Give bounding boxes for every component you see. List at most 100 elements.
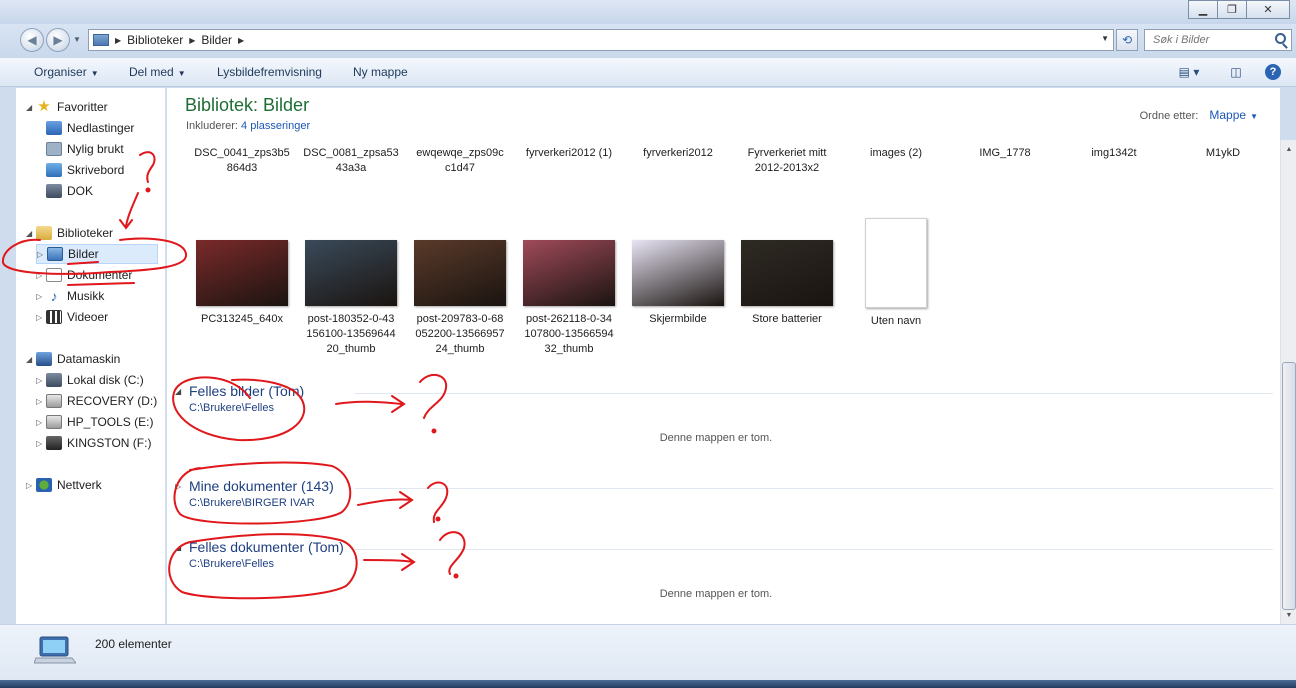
image-thumbnail[interactable] — [523, 240, 615, 306]
nav-drive-e[interactable]: ▷ HP_TOOLS (E:) — [36, 412, 153, 432]
file-item[interactable]: fyrverkeri2012 (1) — [514, 144, 624, 161]
file-item[interactable]: post-262118-0-34 107800-13566594 32_thum… — [514, 240, 624, 357]
image-thumbnail[interactable] — [632, 240, 724, 306]
file-item[interactable]: images (2) — [841, 144, 951, 161]
file-item[interactable]: ewqewqe_zps09c c1d47 — [405, 144, 515, 176]
nav-computer[interactable]: ◢ Datamaskin — [26, 349, 120, 369]
group-title[interactable]: Mine dokumenter (143) — [189, 478, 334, 494]
locations-link[interactable]: 4 plasseringer — [241, 120, 310, 132]
nav-drive-d-label: RECOVERY (D:) — [67, 394, 158, 408]
image-thumbnail[interactable] — [305, 240, 397, 306]
chevron-down-icon[interactable]: ▼ — [1250, 112, 1258, 121]
file-item[interactable]: Uten navn — [841, 218, 951, 329]
nav-music[interactable]: ▷ ♪ Musikk — [36, 286, 104, 306]
collapse-arrow-icon[interactable]: ◢ — [175, 543, 181, 552]
breadcrumb-pictures[interactable]: Bilder — [201, 33, 232, 47]
file-item[interactable]: M1ykD — [1168, 144, 1278, 161]
preview-pane-icon: ◫ — [1230, 65, 1242, 79]
maximize-button[interactable]: ❐ — [1217, 0, 1247, 19]
expand-arrow-icon[interactable]: ▷ — [175, 482, 181, 491]
file-item[interactable]: img1342t — [1059, 144, 1169, 161]
expand-arrow-icon[interactable]: ▷ — [36, 313, 46, 322]
image-thumbnail[interactable] — [196, 240, 288, 306]
back-arrow-icon: ◀ — [27, 33, 37, 47]
details-pane: 200 elementer — [0, 624, 1296, 680]
file-item[interactable]: Fyrverkeriet mitt 2012-2013x2 — [732, 144, 842, 176]
nav-documents[interactable]: ▷ Dokumenter — [36, 265, 132, 285]
search-input[interactable] — [1145, 30, 1265, 50]
group-title[interactable]: Felles bilder (Tom) — [189, 383, 304, 399]
expand-arrow-icon[interactable]: ▷ — [36, 439, 46, 448]
nav-favorites[interactable]: ◢ ★ Favoritter — [26, 97, 108, 117]
slideshow-button[interactable]: Lysbildefremvisning — [217, 65, 322, 79]
scroll-up-arrow-icon[interactable]: ▲ — [1281, 142, 1296, 156]
hard-drive-icon — [46, 415, 62, 429]
share-button[interactable]: Del med ▼ — [129, 65, 186, 79]
file-item[interactable]: PC313245_640x — [187, 240, 297, 327]
address-history-dropdown[interactable]: ▼ — [1101, 34, 1109, 43]
nav-recent[interactable]: Nylig brukt — [46, 139, 124, 159]
nav-libraries[interactable]: ◢ Biblioteker — [26, 223, 113, 243]
expand-arrow-icon[interactable]: ▷ — [36, 418, 46, 427]
help-button[interactable]: ? — [1263, 63, 1283, 81]
change-view-button[interactable]: ▤ ▾ — [1172, 63, 1206, 81]
breadcrumb-separator-icon[interactable]: ▶ — [189, 36, 195, 45]
breadcrumb-libraries[interactable]: Biblioteker — [127, 33, 183, 47]
nav-drive-f[interactable]: ▷ KINGSTON (F:) — [36, 433, 151, 453]
includes-label: Inkluderer: — [186, 120, 238, 132]
arrange-dropdown[interactable]: Mappe — [1209, 108, 1246, 122]
nav-drive-c[interactable]: ▷ Lokal disk (C:) — [36, 370, 144, 390]
file-item[interactable]: Store batterier — [732, 240, 842, 327]
file-item[interactable]: DSC_0081_zpsa53 43a3a — [296, 144, 406, 176]
nav-pictures[interactable]: ▷ Bilder — [36, 244, 158, 264]
expand-arrow-icon[interactable]: ▷ — [26, 481, 36, 490]
expand-arrow-icon[interactable]: ▷ — [36, 397, 46, 406]
nav-dok[interactable]: DOK — [46, 181, 93, 201]
expand-arrow-icon[interactable]: ▷ — [37, 250, 47, 259]
nav-network-label: Nettverk — [57, 478, 102, 492]
file-item[interactable]: post-209783-0-68 052200-13566957 24_thum… — [405, 240, 515, 357]
collapse-arrow-icon[interactable]: ◢ — [26, 355, 36, 364]
breadcrumb-separator-icon[interactable]: ▶ — [238, 36, 244, 45]
forward-button[interactable]: ▶ — [46, 28, 70, 52]
desktop-icon — [46, 163, 62, 177]
file-item[interactable]: IMG_1778 — [950, 144, 1060, 161]
nav-network[interactable]: ▷ Nettverk — [26, 475, 102, 495]
vertical-scrollbar[interactable]: ▲ ▼ — [1280, 140, 1296, 624]
nav-videos[interactable]: ▷ Videoer — [36, 307, 108, 327]
expand-arrow-icon[interactable]: ▷ — [36, 376, 46, 385]
file-item[interactable]: post-180352-0-43 156100-13569644 20_thum… — [296, 240, 406, 357]
address-bar[interactable]: ▶ Biblioteker ▶ Bilder ▶ ▼ — [88, 29, 1114, 51]
group-title[interactable]: Felles dokumenter (Tom) — [189, 539, 344, 555]
search-box[interactable] — [1144, 29, 1292, 51]
collapse-arrow-icon[interactable]: ◢ — [175, 387, 181, 396]
new-folder-button[interactable]: Ny mappe — [353, 65, 408, 79]
search-icon[interactable] — [1275, 33, 1286, 44]
file-item[interactable]: fyrverkeri2012 — [623, 144, 733, 161]
organize-button[interactable]: Organiser ▼ — [34, 65, 99, 79]
file-name: post-262118-0-34 107800-13566594 32_thum… — [524, 313, 614, 355]
image-thumbnail[interactable] — [865, 218, 927, 308]
collapse-arrow-icon[interactable]: ◢ — [26, 103, 36, 112]
file-item[interactable]: Skjermbilde — [623, 240, 733, 327]
collapse-arrow-icon[interactable]: ◢ — [26, 229, 36, 238]
preview-pane-button[interactable]: ◫ — [1226, 63, 1246, 81]
refresh-button[interactable]: ⟲ — [1116, 29, 1138, 51]
nav-desktop[interactable]: Skrivebord — [46, 160, 124, 180]
nav-downloads[interactable]: Nedlastinger — [46, 118, 134, 138]
expand-arrow-icon[interactable]: ▷ — [36, 292, 46, 301]
scroll-down-arrow-icon[interactable]: ▼ — [1281, 608, 1296, 622]
expand-arrow-icon[interactable]: ▷ — [36, 271, 46, 280]
nav-drive-d[interactable]: ▷ RECOVERY (D:) — [36, 391, 157, 411]
image-thumbnail[interactable] — [414, 240, 506, 306]
file-item[interactable]: DSC_0041_zps3b5 864d3 — [187, 144, 297, 176]
back-button[interactable]: ◀ — [20, 28, 44, 52]
close-button[interactable]: ✕ — [1246, 0, 1290, 19]
file-name: post-180352-0-43 156100-13569644 20_thum… — [306, 313, 396, 355]
recent-pages-dropdown[interactable]: ▼ — [73, 35, 81, 44]
minimize-button[interactable]: ▁ — [1188, 0, 1218, 19]
scrollbar-thumb[interactable] — [1282, 362, 1296, 610]
image-thumbnail[interactable] — [741, 240, 833, 306]
breadcrumb-separator-icon[interactable]: ▶ — [115, 36, 121, 45]
music-note-icon: ♪ — [50, 288, 58, 304]
